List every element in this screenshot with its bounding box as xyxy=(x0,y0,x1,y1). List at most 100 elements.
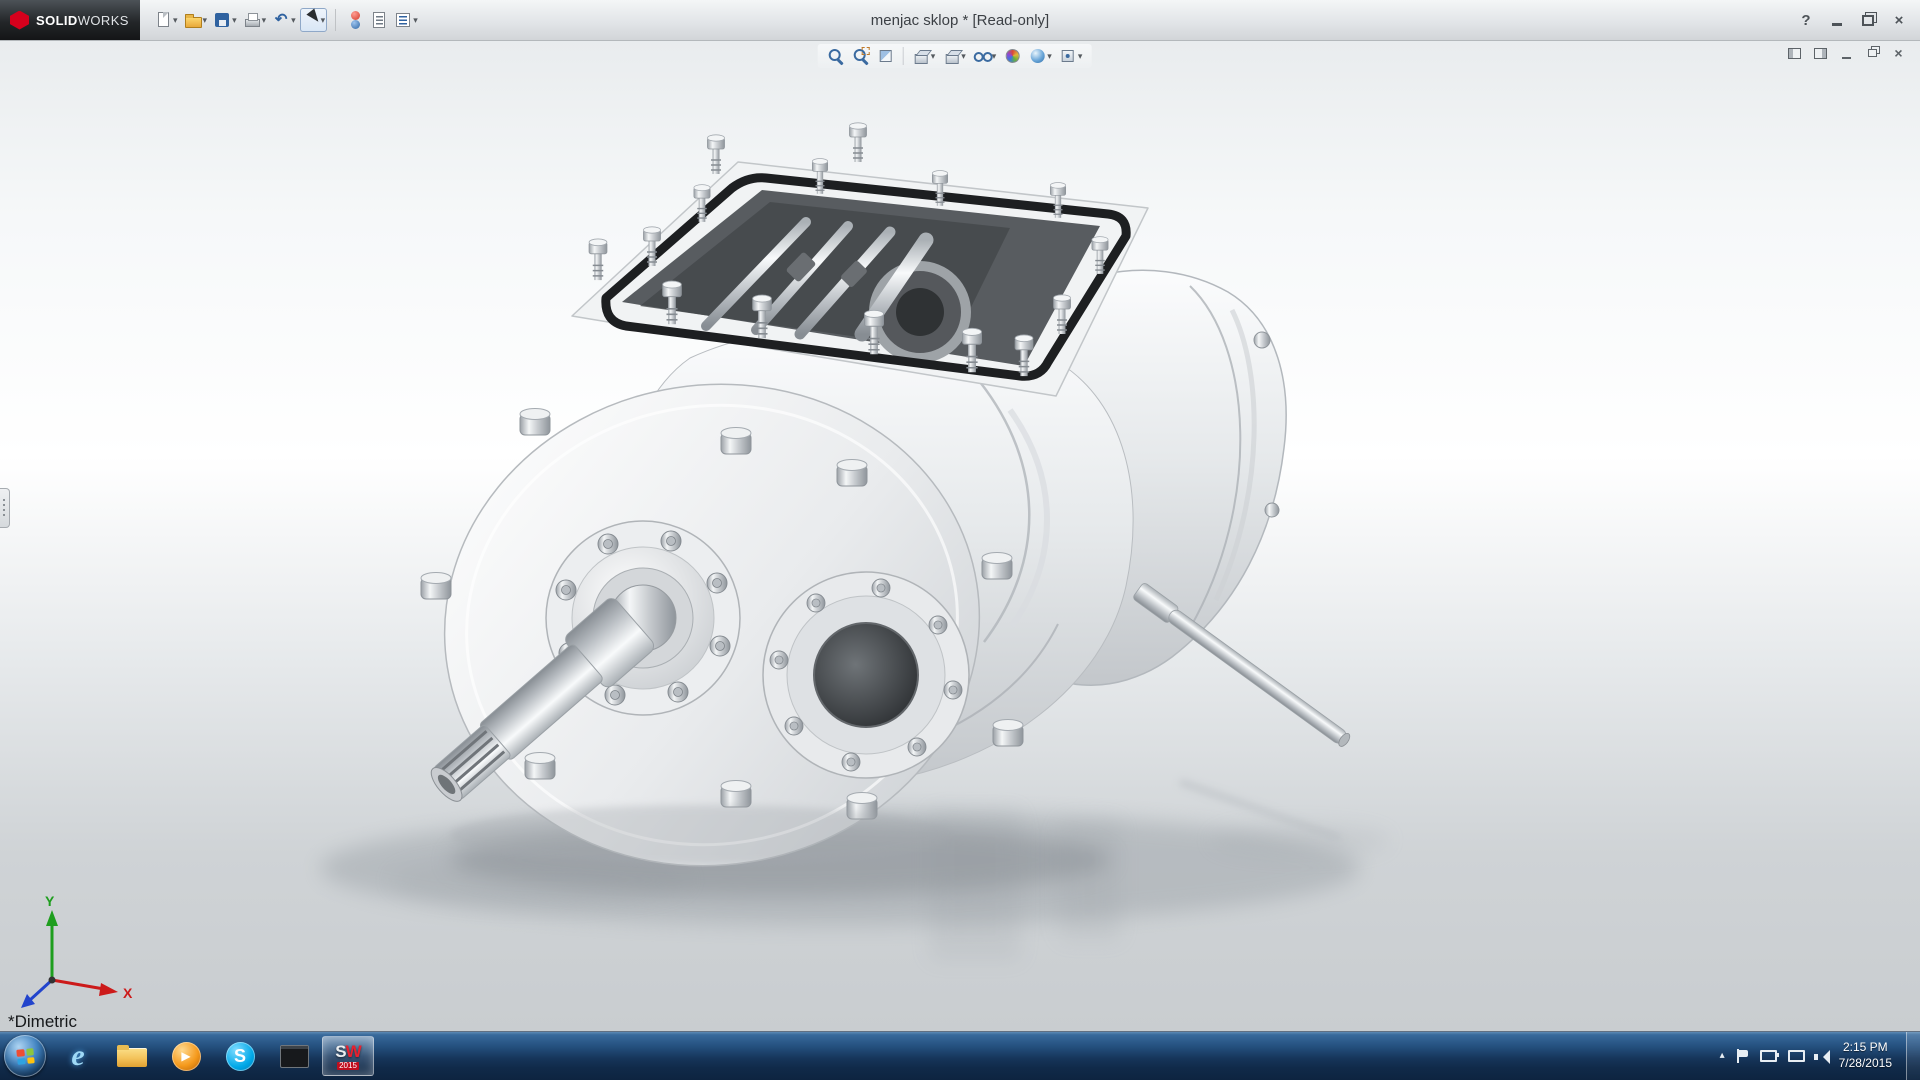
action-center-flag-icon[interactable] xyxy=(1736,1049,1749,1063)
doc-minimize-button[interactable] xyxy=(1837,45,1856,61)
edit-appearance-icon xyxy=(1003,47,1021,65)
view-settings-icon xyxy=(1059,47,1077,65)
chevron-down-icon[interactable]: ▾ xyxy=(232,16,237,25)
view-settings-button[interactable]: ▾ xyxy=(1058,46,1084,66)
help-button[interactable]: ? xyxy=(1795,10,1817,30)
display-style-button[interactable]: ▾ xyxy=(941,46,967,66)
new-document-button[interactable]: ▾ xyxy=(152,8,180,32)
hide-show-items-icon xyxy=(973,47,991,65)
section-view-icon xyxy=(877,47,895,65)
media-player-icon: ▶ xyxy=(172,1042,201,1071)
graphics-area[interactable]: Y X ▾ ▾ ▾ xyxy=(0,40,1920,1032)
apply-scene-icon xyxy=(1028,47,1046,65)
view-orientation-label: *Dimetric xyxy=(8,1012,77,1032)
chevron-down-icon[interactable]: ▾ xyxy=(931,52,936,61)
console-window-icon xyxy=(280,1045,309,1068)
options-icon xyxy=(394,11,412,29)
start-button[interactable] xyxy=(4,1035,46,1077)
view-orientation-icon xyxy=(912,47,930,65)
toolbar-separator xyxy=(335,9,336,31)
doc-close-button[interactable]: × xyxy=(1889,45,1908,61)
undo-button[interactable]: ↶ ▾ xyxy=(270,8,298,32)
close-button[interactable]: × xyxy=(1888,10,1910,30)
file-properties-icon xyxy=(370,11,388,29)
new-document-icon xyxy=(154,11,172,29)
internet-explorer-icon: e xyxy=(71,1041,84,1071)
solidworks-window: SOLIDWORKS ▾ ▾ ▾ ▾ ↶ ▾ xyxy=(0,0,1920,1080)
network-display-icon[interactable] xyxy=(1788,1050,1803,1062)
sw-letter-w: W xyxy=(346,1042,361,1061)
chevron-down-icon[interactable]: ▾ xyxy=(173,16,178,25)
file-properties-button[interactable] xyxy=(368,8,390,32)
tray-clock[interactable]: 2:15 PM 7/28/2015 xyxy=(1839,1040,1892,1071)
save-icon xyxy=(213,11,231,29)
sw-letter-s: S xyxy=(335,1042,345,1061)
rebuild-button[interactable] xyxy=(344,8,366,32)
select-button[interactable]: ▾ xyxy=(300,8,328,32)
flange-shadow xyxy=(450,805,950,865)
restore-button[interactable] xyxy=(1857,10,1879,30)
taskbar-item-windows-explorer[interactable] xyxy=(106,1036,158,1076)
solidworks-logo-icon xyxy=(10,11,29,30)
taskbar-item-internet-explorer[interactable]: e xyxy=(52,1036,104,1076)
system-tray: ▴ 2:15 PM 7/28/2015 xyxy=(1710,1040,1902,1071)
toolbar-separator xyxy=(903,47,904,65)
main-toolbar: ▾ ▾ ▾ ▾ ↶ ▾ ▾ xyxy=(152,8,420,32)
solidworks-logo-text: SOLIDWORKS xyxy=(36,13,129,28)
gearbox-assembly[interactable] xyxy=(410,123,1354,904)
tray-time: 2:15 PM xyxy=(1839,1040,1892,1056)
output-shaft[interactable] xyxy=(1132,582,1353,750)
chevron-down-icon[interactable]: ▾ xyxy=(961,52,966,61)
chevron-down-icon[interactable]: ▾ xyxy=(1078,52,1083,61)
apply-scene-button[interactable]: ▾ xyxy=(1027,46,1053,66)
model-canvas[interactable]: Y X xyxy=(0,40,1920,1032)
solidworks-logo: SOLIDWORKS xyxy=(0,0,140,40)
chevron-down-icon[interactable]: ▾ xyxy=(291,16,296,25)
logo-text-bold: SOLID xyxy=(36,13,78,28)
top-cover-opening[interactable] xyxy=(572,162,1148,396)
select-cursor-icon xyxy=(302,11,320,29)
chevron-down-icon[interactable]: ▾ xyxy=(413,16,418,25)
chevron-down-icon[interactable]: ▾ xyxy=(203,16,208,25)
zoom-to-area-button[interactable] xyxy=(851,46,871,66)
triad-x-label: X xyxy=(123,985,133,1001)
doc-restore-button[interactable] xyxy=(1863,45,1882,61)
open-button[interactable]: ▾ xyxy=(182,8,210,32)
zoom-to-fit-button[interactable] xyxy=(826,46,846,66)
taskbar-item-solidworks[interactable]: SW 2015 xyxy=(322,1036,374,1076)
view-orientation-button[interactable]: ▾ xyxy=(911,46,937,66)
edit-appearance-button[interactable] xyxy=(1002,46,1022,66)
orientation-triad: Y X xyxy=(21,893,133,1008)
print-button[interactable]: ▾ xyxy=(241,8,269,32)
print-icon xyxy=(243,11,261,29)
solidworks-taskbar-icon: SW 2015 xyxy=(335,1043,360,1070)
taskbar-item-skype[interactable]: S xyxy=(214,1036,266,1076)
chevron-down-icon[interactable]: ▾ xyxy=(262,16,267,25)
taskbar-item-console[interactable] xyxy=(268,1036,320,1076)
open-folder-icon xyxy=(184,11,202,29)
save-button[interactable]: ▾ xyxy=(211,8,239,32)
title-bar: SOLIDWORKS ▾ ▾ ▾ ▾ ↶ ▾ xyxy=(0,0,1920,41)
document-window-controls: × xyxy=(1785,45,1908,61)
zoom-to-area-icon xyxy=(852,47,870,65)
zoom-to-fit-icon xyxy=(827,47,845,65)
options-button[interactable]: ▾ xyxy=(392,8,420,32)
skype-icon: S xyxy=(226,1042,255,1071)
chevron-down-icon[interactable]: ▾ xyxy=(1047,52,1052,61)
windows-taskbar: e ▶ S SW 2015 ▴ 2:15 PM xyxy=(0,1031,1920,1080)
taskbar-item-media-player[interactable]: ▶ xyxy=(160,1036,212,1076)
pane-left-icon[interactable] xyxy=(1785,45,1804,61)
show-desktop-button[interactable] xyxy=(1906,1032,1920,1080)
rebuild-icon xyxy=(346,11,364,29)
output-bearing-boss[interactable] xyxy=(763,572,969,778)
section-view-button[interactable] xyxy=(876,46,896,66)
minimize-button[interactable] xyxy=(1826,10,1848,30)
hide-show-items-button[interactable]: ▾ xyxy=(972,46,998,66)
display-style-icon xyxy=(942,47,960,65)
feature-manager-splitter[interactable] xyxy=(0,488,10,528)
volume-icon[interactable] xyxy=(1814,1050,1828,1063)
heads-up-view-toolbar: ▾ ▾ ▾ ▾ ▾ xyxy=(818,44,1092,68)
tray-device-icon[interactable] xyxy=(1760,1050,1777,1062)
tray-expand-icon[interactable]: ▴ xyxy=(1720,1051,1725,1061)
pane-right-icon[interactable] xyxy=(1811,45,1830,61)
